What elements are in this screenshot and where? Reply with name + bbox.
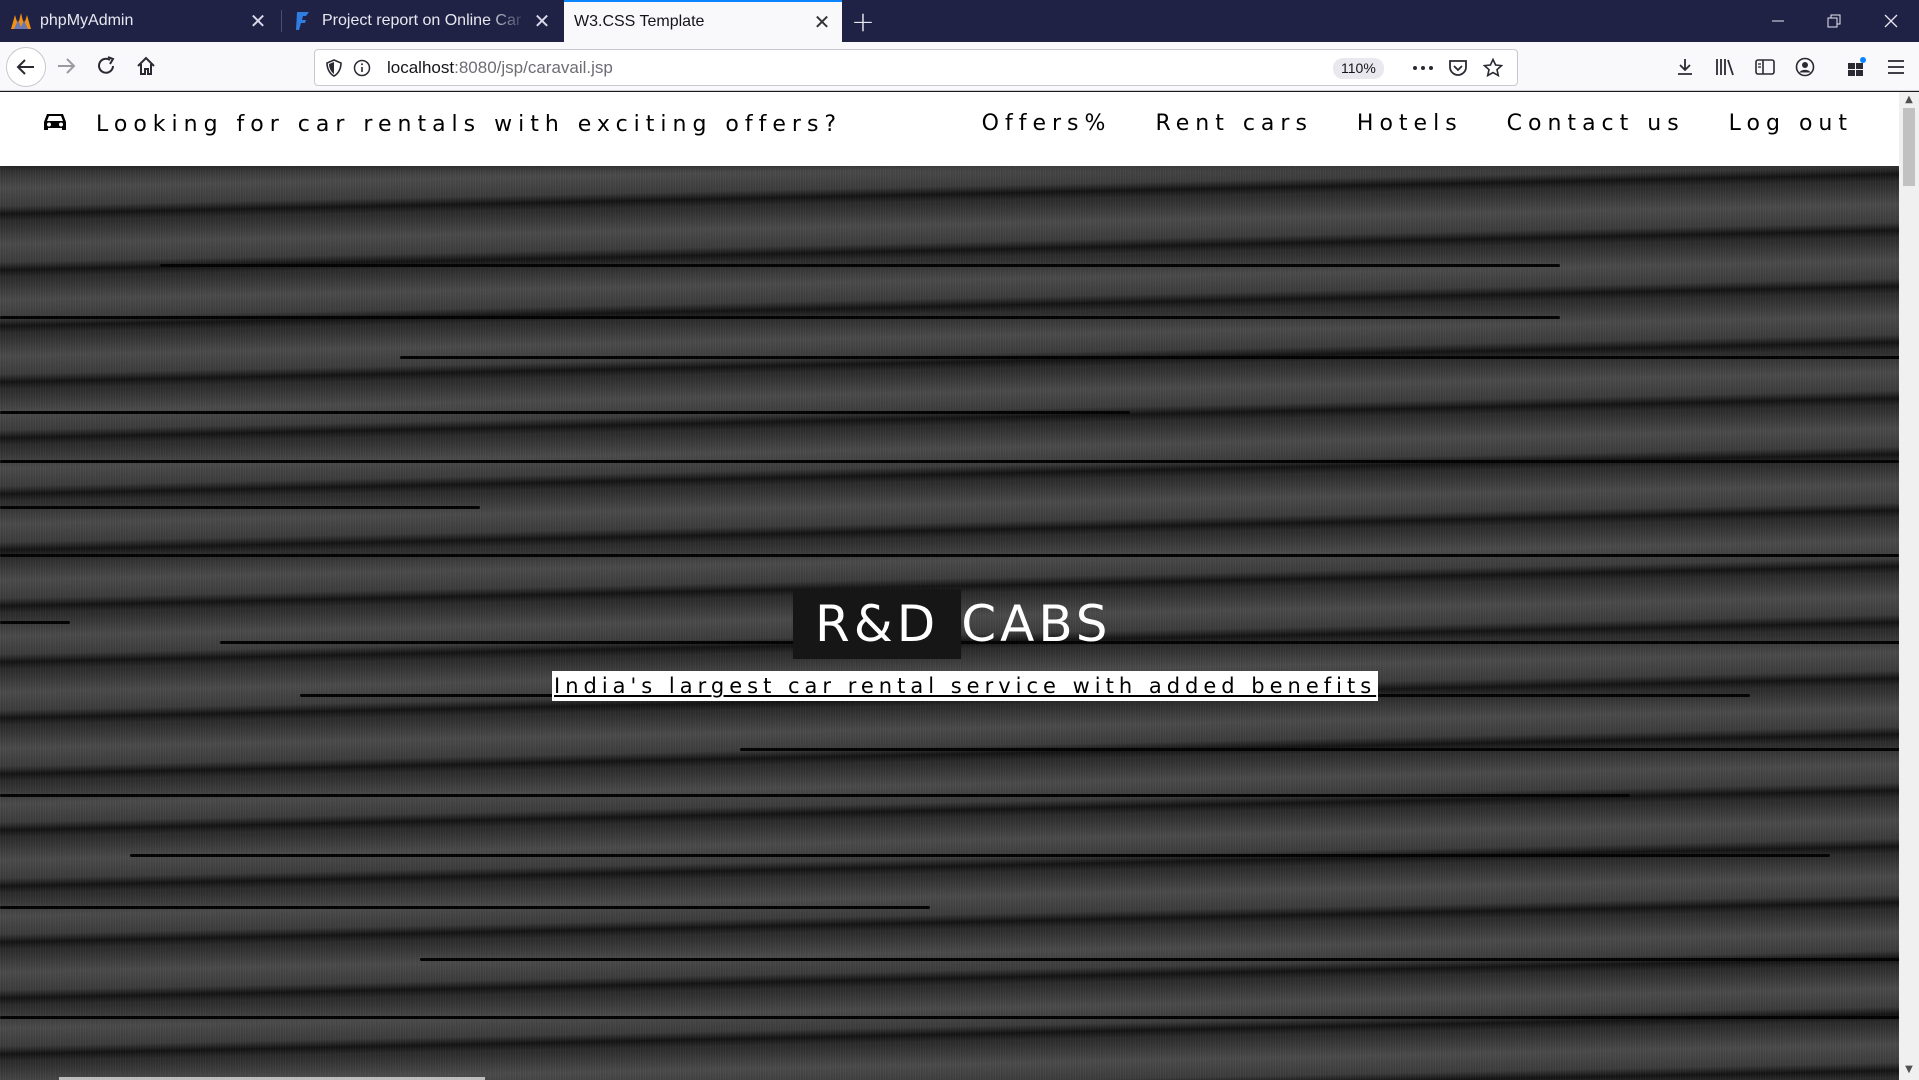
window-close-icon[interactable] (1863, 0, 1919, 42)
nav-link-rent-cars[interactable]: Rent cars (1133, 111, 1334, 136)
tab-project-report[interactable]: Project report on Online Car Re ✕ (282, 0, 562, 42)
car-icon (42, 111, 68, 137)
brand-tagline: Looking for car rentals with exciting of… (96, 111, 843, 137)
restore-icon[interactable] (1806, 0, 1862, 42)
document-icon (292, 10, 314, 32)
brand-link[interactable]: Looking for car rentals with exciting of… (42, 111, 842, 137)
tab-label: W3.CSS Template (574, 13, 705, 30)
close-icon[interactable]: ✕ (244, 7, 272, 35)
hero-title-rest: CABS (961, 595, 1112, 653)
background-streak (130, 854, 1830, 857)
extensions-icon[interactable] (1840, 50, 1874, 84)
tab-w3css-template[interactable]: W3.CSS Template ✕ (564, 0, 842, 42)
background-streak (740, 748, 1899, 751)
scroll-up-icon[interactable]: ▲ (1903, 94, 1915, 106)
more-actions-icon[interactable] (1410, 56, 1436, 80)
navigation-toolbar: localhost:8080/jsp/caravail.jsp 110% (0, 42, 1919, 91)
web-page: Looking for car rentals with exciting of… (0, 92, 1899, 1080)
menu-hamburger-icon[interactable] (1879, 50, 1913, 84)
nav-link-offers[interactable]: Offers% (960, 111, 1134, 136)
hero-title-highlight: R&D (793, 589, 962, 659)
site-menu: Offers% Rent cars Hotels Contact us Log … (960, 111, 1875, 136)
vertical-scrollbar[interactable]: ▲ ▼ (1899, 92, 1919, 1080)
hero-subtitle: India's largest car rental service with … (552, 671, 1379, 701)
forward-icon[interactable] (48, 48, 84, 84)
nav-link-log-out[interactable]: Log out (1707, 111, 1875, 136)
phpmyadmin-icon (10, 10, 32, 32)
back-icon[interactable] (6, 47, 46, 87)
info-icon[interactable] (349, 56, 375, 80)
downloads-icon[interactable] (1668, 50, 1702, 84)
background-streak (0, 554, 1899, 557)
reload-icon[interactable] (88, 48, 124, 84)
minimize-icon[interactable] (1750, 0, 1806, 42)
background-streak (0, 411, 1130, 414)
background-streak (160, 264, 1560, 267)
url-bar[interactable]: localhost:8080/jsp/caravail.jsp 110% (314, 49, 1518, 86)
account-icon[interactable] (1788, 50, 1822, 84)
tab-label: Project report on Online Car Re (322, 12, 528, 29)
nav-link-hotels[interactable]: Hotels (1335, 111, 1485, 136)
site-navbar: Looking for car rentals with exciting of… (0, 92, 1899, 166)
background-streak (0, 460, 1899, 463)
url-host: localhost (387, 58, 455, 77)
hero-title: R&D CABS (793, 589, 1134, 659)
scroll-thumb[interactable] (1903, 108, 1915, 186)
new-tab-icon[interactable]: + (848, 5, 878, 38)
background-streak (0, 906, 930, 909)
sidebar-icon[interactable] (1748, 50, 1782, 84)
close-icon[interactable]: ✕ (528, 7, 556, 35)
background-streak (0, 506, 480, 509)
tab-phpmyadmin[interactable]: phpMyAdmin ✕ (0, 0, 278, 42)
close-icon[interactable]: ✕ (808, 8, 836, 36)
library-icon[interactable] (1708, 50, 1742, 84)
background-streak (0, 621, 70, 624)
tab-label: phpMyAdmin (40, 12, 134, 29)
background-streak (0, 316, 1560, 319)
scroll-down-icon[interactable]: ▼ (1903, 1064, 1915, 1076)
url-path: :8080/jsp/caravail.jsp (454, 58, 613, 77)
background-streak (0, 794, 1630, 797)
home-icon[interactable] (128, 48, 164, 84)
tab-strip: phpMyAdmin ✕ Project report on Online Ca… (0, 0, 1919, 42)
zoom-level-badge[interactable]: 110% (1333, 58, 1384, 79)
url-text[interactable]: localhost:8080/jsp/caravail.jsp (387, 58, 613, 78)
shield-icon[interactable] (321, 56, 347, 80)
background-streak (420, 958, 1899, 961)
background-streak (0, 1016, 1899, 1019)
nav-link-contact-us[interactable]: Contact us (1485, 111, 1707, 136)
pocket-icon[interactable] (1445, 56, 1471, 80)
bookmark-star-icon[interactable] (1480, 56, 1506, 80)
background-streak (400, 356, 1899, 359)
